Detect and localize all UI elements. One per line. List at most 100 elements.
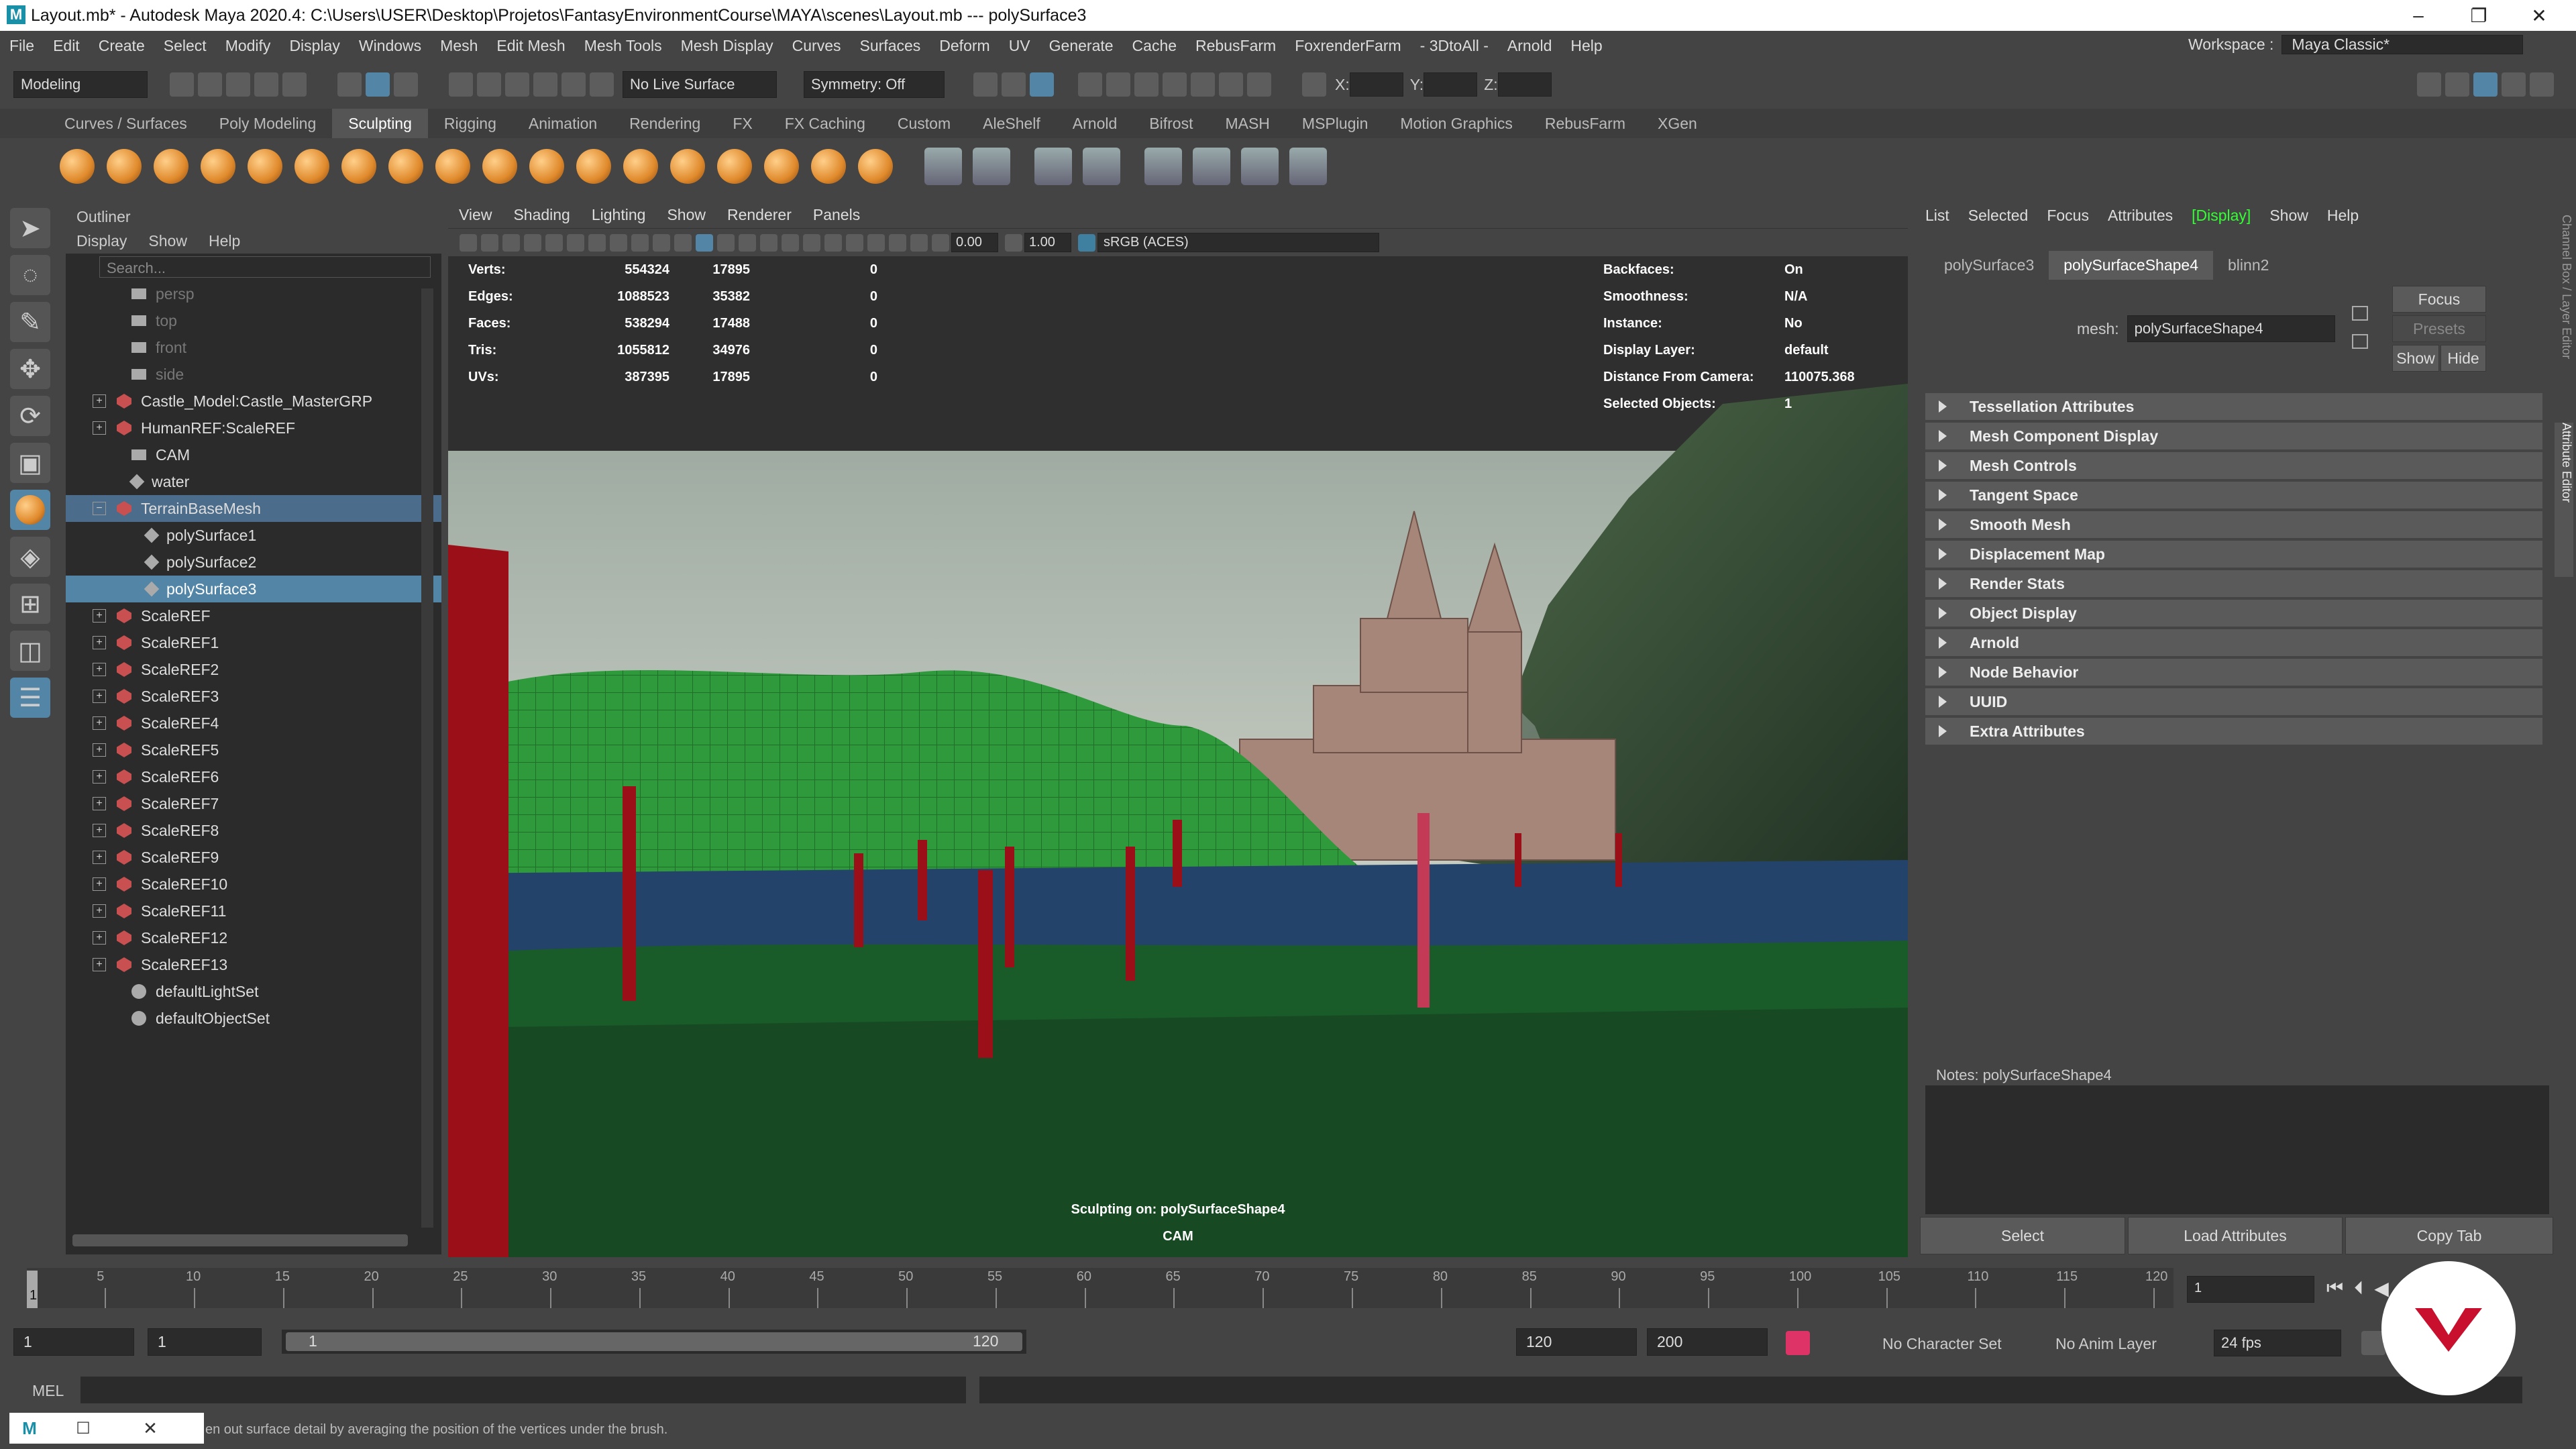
section-tessellation-attributes[interactable]: Tessellation Attributes (1925, 393, 2542, 420)
hide-button[interactable]: Hide (2440, 345, 2486, 372)
grab-tool-icon[interactable] (201, 149, 235, 184)
menu-curves[interactable]: Curves (783, 37, 851, 55)
shelf-tab-rendering[interactable]: Rendering (613, 109, 716, 138)
snap-curve-icon[interactable] (477, 72, 501, 97)
outliner-item[interactable]: + ScaleREF12 (66, 924, 441, 951)
imprint-tool-icon[interactable] (482, 149, 517, 184)
isolate-select-icon[interactable] (846, 233, 863, 252)
section-arnold[interactable]: Arnold (1925, 629, 2542, 656)
auto-key-icon[interactable] (1786, 1331, 1810, 1355)
outliner-item[interactable]: top (66, 307, 441, 334)
y-field[interactable] (1424, 72, 1478, 97)
channel-box-side-tab[interactable]: Channel Box / Layer Editor (2555, 215, 2573, 436)
shelf-tab-sculpting[interactable]: Sculpting (332, 109, 428, 138)
section-displacement-map[interactable]: Displacement Map (1925, 541, 2542, 568)
xray-icon[interactable] (867, 233, 885, 252)
outliner-item[interactable]: defaultObjectSet (66, 1005, 441, 1032)
shelf-tab-motion-graphics[interactable]: Motion Graphics (1384, 109, 1528, 138)
outliner-item[interactable]: + ScaleREF (66, 602, 441, 629)
outliner-item[interactable]: + ScaleREF6 (66, 763, 441, 790)
menu-deform[interactable]: Deform (930, 37, 999, 55)
notes-textarea[interactable] (1925, 1085, 2549, 1214)
transform-mode-icon[interactable] (1302, 72, 1326, 97)
x-field[interactable] (1349, 72, 1403, 97)
gate-mask-icon[interactable] (610, 233, 627, 252)
outliner-item[interactable]: + ScaleREF4 (66, 710, 441, 737)
film-gate-icon[interactable] (567, 233, 584, 252)
shelf-tab-aleshelf[interactable]: AleShelf (967, 109, 1057, 138)
menu-display[interactable]: Display (280, 37, 349, 55)
play-back-icon[interactable]: ◀ (2374, 1277, 2389, 1299)
menu-modify[interactable]: Modify (216, 37, 280, 55)
sidebar-toggle-icon[interactable] (2417, 72, 2441, 97)
expand-toggle-icon[interactable]: + (93, 609, 106, 623)
shelf-tab-curves-surfaces[interactable]: Curves / Surfaces (48, 109, 203, 138)
outliner-item[interactable]: side (66, 361, 441, 388)
attr-menu-display[interactable]: [Display] (2182, 207, 2260, 225)
input-connection-icon[interactable] (2352, 306, 2368, 321)
select-button[interactable]: Select (1920, 1217, 2125, 1254)
expand-toggle-icon[interactable]: + (93, 663, 106, 676)
select-component-icon[interactable] (394, 72, 418, 97)
attr-menu-focus[interactable]: Focus (2037, 207, 2098, 225)
grid-icon[interactable] (545, 233, 563, 252)
single-perspective-icon[interactable]: ◈ (10, 537, 50, 577)
hypershade-icon[interactable] (1191, 72, 1215, 97)
output-connection-icon[interactable] (2352, 334, 2368, 349)
expand-toggle-icon[interactable]: + (93, 394, 106, 408)
camera-lock-icon[interactable] (481, 233, 498, 252)
menu-mesh-display[interactable]: Mesh Display (672, 37, 783, 55)
expand-toggle-icon[interactable]: − (93, 502, 106, 515)
xray-joints-icon[interactable] (889, 233, 906, 252)
shelf-tab-msplugin[interactable]: MSPlugin (1286, 109, 1384, 138)
foamy-tool-icon[interactable] (341, 149, 376, 184)
expand-toggle-icon[interactable]: + (93, 931, 106, 945)
render-settings-icon[interactable] (1030, 72, 1054, 97)
go-to-start-icon[interactable]: ⏮ (2326, 1277, 2343, 1299)
flatten-tool-icon[interactable] (294, 149, 329, 184)
menu-edit-mesh[interactable]: Edit Mesh (487, 37, 574, 55)
attr-menu-selected[interactable]: Selected (1959, 207, 2038, 225)
outliner-item[interactable]: + ScaleREF11 (66, 898, 441, 924)
expand-toggle-icon[interactable]: + (93, 770, 106, 784)
attribute-editor-toggle-icon[interactable] (2473, 72, 2498, 97)
current-frame-field[interactable]: 1 (2187, 1276, 2314, 1303)
section-node-behavior[interactable]: Node Behavior (1925, 659, 2542, 686)
attr-tab-polysurface3[interactable]: polySurface3 (1929, 251, 2049, 280)
repeat-tool-icon[interactable] (435, 149, 470, 184)
pinch-tool-icon[interactable] (248, 149, 282, 184)
copy-tab-button[interactable]: Copy Tab (2345, 1217, 2553, 1254)
menu-edit[interactable]: Edit (44, 37, 89, 55)
render-view-icon[interactable] (1078, 72, 1102, 97)
minimize-button[interactable]: – (2388, 0, 2449, 31)
safe-action-icon[interactable] (653, 233, 670, 252)
section-uuid[interactable]: UUID (1925, 688, 2542, 715)
command-input[interactable] (80, 1377, 966, 1403)
shelf-tab-xgen[interactable]: XGen (1642, 109, 1713, 138)
viewport-menu-show[interactable]: Show (656, 206, 716, 224)
scale-tool-icon[interactable]: ▣ (10, 443, 50, 483)
outliner-menu-show[interactable]: Show (138, 232, 198, 250)
tool-settings-icon[interactable] (2502, 72, 2526, 97)
textured-icon[interactable] (717, 233, 735, 252)
menu-file[interactable]: File (0, 37, 44, 55)
outliner-layout-icon[interactable]: ☰ (10, 678, 50, 718)
render-globals-icon[interactable] (1163, 72, 1187, 97)
expand-toggle-icon[interactable]: + (93, 824, 106, 837)
bulge-tool-icon[interactable] (764, 149, 799, 184)
snap-view-icon[interactable] (533, 72, 557, 97)
outliner-item[interactable]: polySurface2 (66, 549, 441, 576)
character-set-select[interactable]: No Character Set (1882, 1335, 2002, 1353)
pause-icon[interactable] (1247, 72, 1271, 97)
freeze-tool-icon[interactable] (858, 149, 893, 184)
viewport-menu-lighting[interactable]: Lighting (581, 206, 657, 224)
outliner-item[interactable]: front (66, 334, 441, 361)
outliner-item[interactable]: + HumanREF:ScaleREF (66, 415, 441, 441)
motion-blur-icon[interactable] (803, 233, 820, 252)
shelf-tab-fx-caching[interactable]: FX Caching (769, 109, 881, 138)
smooth-tool-icon[interactable] (107, 149, 142, 184)
outliner-item[interactable]: + Castle_Model:Castle_MasterGRP (66, 388, 441, 415)
menu-uv[interactable]: UV (1000, 37, 1040, 55)
presets-button[interactable]: Presets (2392, 315, 2486, 342)
expand-toggle-icon[interactable]: + (93, 797, 106, 810)
